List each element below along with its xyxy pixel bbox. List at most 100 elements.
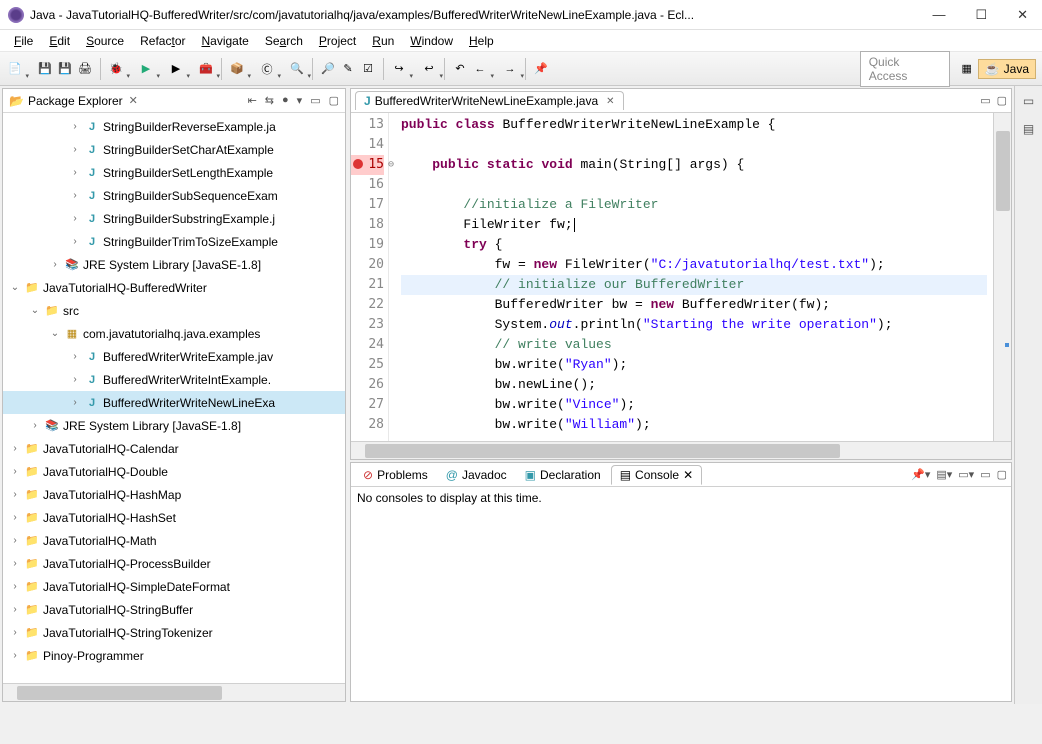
trim-outline-icon[interactable]: ▤ — [1020, 120, 1038, 138]
menu-edit[interactable]: Edit — [41, 32, 78, 50]
twisty-icon[interactable]: › — [9, 650, 21, 661]
debug-button[interactable]: 🐞 — [107, 60, 125, 78]
ext-tools-button[interactable]: 🧰 — [197, 60, 215, 78]
tree-item[interactable]: ›📁JavaTutorialHQ-HashSet — [3, 506, 345, 529]
tree-item[interactable]: ⌄📁src — [3, 299, 345, 322]
twisty-icon[interactable]: › — [69, 236, 81, 247]
twisty-icon[interactable]: › — [9, 581, 21, 592]
tree-item[interactable]: ›JStringBuilderSetCharAtExample — [3, 138, 345, 161]
twisty-icon[interactable]: › — [9, 627, 21, 638]
editor-minimize-icon[interactable]: ▭ — [980, 94, 990, 107]
editor-code-area[interactable]: public class BufferedWriterWriteNewLineE… — [389, 113, 993, 441]
tree-item[interactable]: ›JStringBuilderSubSequenceExam — [3, 184, 345, 207]
close-button[interactable]: ✕ — [1011, 7, 1034, 23]
twisty-icon[interactable]: › — [9, 466, 21, 477]
maximize-view-icon[interactable]: ▢ — [329, 94, 339, 107]
editor-tab-active[interactable]: J BufferedWriterWriteNewLineExample.java… — [355, 91, 624, 110]
twisty-icon[interactable]: › — [69, 144, 81, 155]
back-button[interactable]: ← — [471, 60, 489, 78]
twisty-icon[interactable]: › — [9, 558, 21, 569]
twisty-icon[interactable]: › — [69, 167, 81, 178]
tree-item[interactable]: ›📁JavaTutorialHQ-StringBuffer — [3, 598, 345, 621]
menu-refactor[interactable]: Refactor — [132, 32, 193, 50]
editor-hscroll[interactable] — [351, 441, 1011, 459]
console-open-icon[interactable]: ▭▾ — [958, 468, 974, 481]
tree-item[interactable]: ›📚JRE System Library [JavaSE-1.8] — [3, 414, 345, 437]
tree-item[interactable]: ›📁JavaTutorialHQ-Calendar — [3, 437, 345, 460]
editor-maximize-icon[interactable]: ▢ — [997, 94, 1007, 107]
editor-tab-close-icon[interactable]: ✕ — [606, 96, 614, 107]
twisty-icon[interactable]: › — [9, 535, 21, 546]
tree-item[interactable]: ›JBufferedWriterWriteExample.jav — [3, 345, 345, 368]
menu-run[interactable]: Run — [364, 32, 402, 50]
view-menu-icon[interactable]: ▾ — [297, 94, 303, 107]
tree-item[interactable]: ›JBufferedWriterWriteNewLineExa — [3, 391, 345, 414]
twisty-icon[interactable]: › — [9, 604, 21, 615]
java-perspective-button[interactable]: ☕ Java — [978, 59, 1036, 79]
editor-gutter[interactable]: 13141516171819202122232425262728 — [351, 113, 389, 441]
twisty-icon[interactable]: ⌄ — [9, 282, 21, 293]
last-edit-button[interactable]: ↶ — [451, 60, 469, 78]
twisty-icon[interactable]: › — [9, 443, 21, 454]
tree-item[interactable]: ›📁JavaTutorialHQ-StringTokenizer — [3, 621, 345, 644]
coverage-button[interactable]: ▶ — [167, 60, 185, 78]
tab-console[interactable]: ▤ Console ✕ — [611, 465, 702, 485]
twisty-icon[interactable]: › — [9, 512, 21, 523]
task-button[interactable]: ☑ — [359, 60, 377, 78]
minimize-button[interactable]: — — [926, 7, 951, 23]
tree-item[interactable]: ›JStringBuilderReverseExample.ja — [3, 115, 345, 138]
package-explorer-close-icon[interactable]: ✕ — [129, 94, 138, 107]
save-all-button[interactable]: 💾 — [56, 60, 74, 78]
twisty-icon[interactable]: › — [69, 374, 81, 385]
package-explorer-tree[interactable]: ›JStringBuilderReverseExample.ja›JString… — [3, 113, 345, 683]
tree-item[interactable]: ›JStringBuilderSetLengthExample — [3, 161, 345, 184]
tree-item[interactable]: ›JStringBuilderSubstringExample.j — [3, 207, 345, 230]
twisty-icon[interactable]: ⌄ — [29, 305, 41, 316]
twisty-icon[interactable]: › — [69, 351, 81, 362]
menu-file[interactable]: File — [6, 32, 41, 50]
menu-source[interactable]: Source — [78, 32, 132, 50]
nav-annotations2-button[interactable]: ↩ — [420, 60, 438, 78]
menu-navigate[interactable]: Navigate — [193, 32, 256, 50]
link-editor-icon[interactable]: ⇆ — [265, 94, 274, 107]
twisty-icon[interactable]: › — [69, 190, 81, 201]
twisty-icon[interactable]: › — [69, 213, 81, 224]
twisty-icon[interactable]: › — [49, 259, 61, 270]
pin-button[interactable]: 📌 — [532, 60, 550, 78]
twisty-icon[interactable]: ⌄ — [49, 328, 61, 339]
search-button[interactable]: 🔎 — [319, 60, 337, 78]
tree-item[interactable]: ›JBufferedWriterWriteIntExample. — [3, 368, 345, 391]
tree-item[interactable]: ›JStringBuilderTrimToSizeExample — [3, 230, 345, 253]
quick-access-input[interactable]: Quick Access — [860, 51, 950, 87]
menu-help[interactable]: Help — [461, 32, 502, 50]
toggle-mark-button[interactable]: ✎ — [339, 60, 357, 78]
nav-annotations-button[interactable]: ↪ — [390, 60, 408, 78]
tree-item[interactable]: ⌄📁JavaTutorialHQ-BufferedWriter — [3, 276, 345, 299]
console-close-icon[interactable]: ✕ — [683, 468, 693, 482]
new-class-button[interactable]: Ⓒ — [258, 60, 276, 78]
twisty-icon[interactable]: › — [69, 397, 81, 408]
tab-problems[interactable]: ⊘ Problems — [355, 466, 436, 484]
console-display-icon[interactable]: ▤▾ — [936, 468, 952, 481]
run-button[interactable]: ▶ — [137, 60, 155, 78]
print-button[interactable]: 🖨 — [76, 60, 94, 78]
new-package-button[interactable]: 📦 — [228, 60, 246, 78]
tree-item[interactable]: ›📁JavaTutorialHQ-HashMap — [3, 483, 345, 506]
open-perspective-button[interactable]: ▦ — [958, 60, 976, 78]
twisty-icon[interactable]: › — [9, 489, 21, 500]
minimize-view-icon[interactable]: ▭ — [310, 94, 320, 107]
collapse-all-icon[interactable]: ⇤ — [248, 94, 257, 107]
twisty-icon[interactable]: › — [29, 420, 41, 431]
tree-item[interactable]: ›📁JavaTutorialHQ-SimpleDateFormat — [3, 575, 345, 598]
open-type-button[interactable]: 🔍 — [288, 60, 306, 78]
console-max-icon[interactable]: ▢ — [997, 468, 1007, 481]
trim-restore-icon[interactable]: ▭ — [1020, 92, 1038, 110]
tree-item[interactable]: ⌄▦com.javatutorialhq.java.examples — [3, 322, 345, 345]
tree-item[interactable]: ›📁JavaTutorialHQ-ProcessBuilder — [3, 552, 345, 575]
package-explorer-hscroll[interactable] — [3, 683, 345, 701]
tree-item[interactable]: ›📚JRE System Library [JavaSE-1.8] — [3, 253, 345, 276]
focus-task-icon[interactable]: ● — [282, 94, 289, 107]
console-min-icon[interactable]: ▭ — [980, 468, 990, 481]
tab-javadoc[interactable]: @ Javadoc — [438, 466, 515, 484]
twisty-icon[interactable]: › — [69, 121, 81, 132]
